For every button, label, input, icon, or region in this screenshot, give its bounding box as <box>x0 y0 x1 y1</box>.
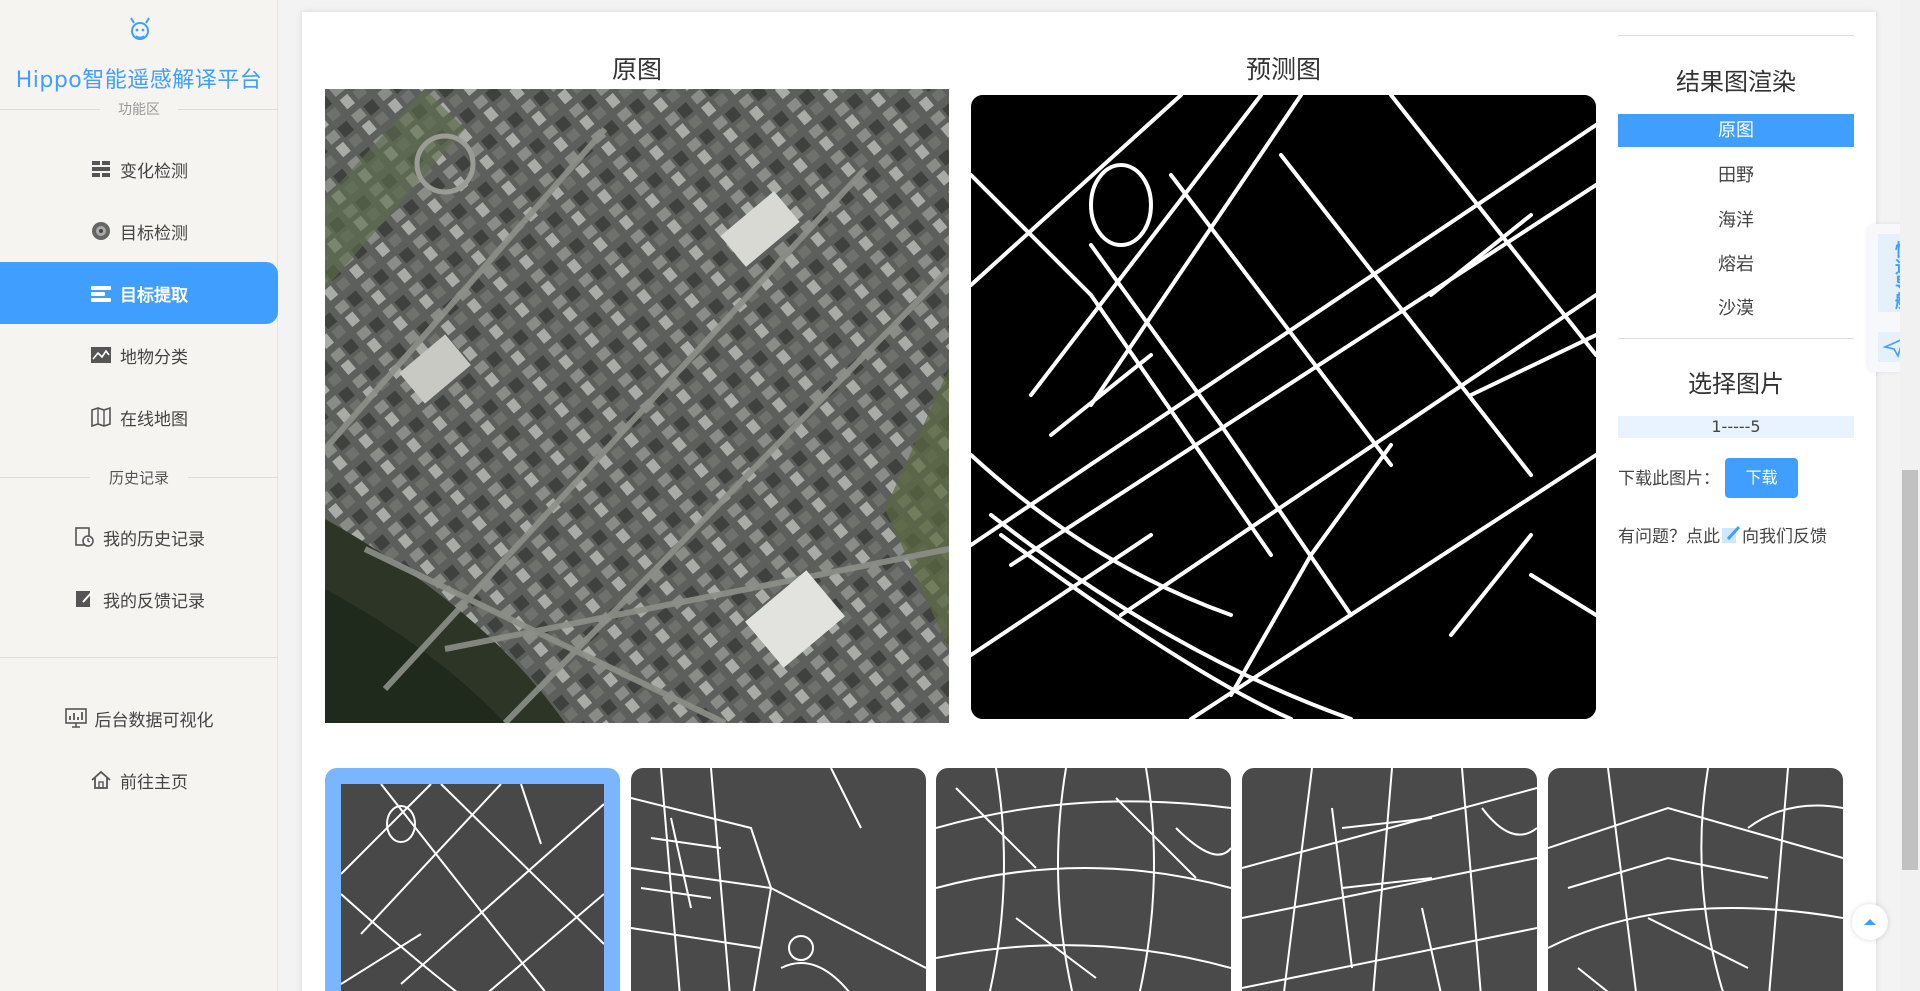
home-icon <box>91 770 111 789</box>
download-button[interactable]: 下载 <box>1725 458 1798 498</box>
thumbnail-5[interactable] <box>1548 768 1843 991</box>
online-map-icon <box>91 406 111 428</box>
original-image-title: 原图 <box>611 55 662 84</box>
target-extraction-icon <box>91 286 111 302</box>
original-aerial-image <box>325 89 949 723</box>
feedback-pen-icon[interactable] <box>1720 524 1742 546</box>
feedback-line: 有问题？点此 向我们反馈 <box>1618 522 1827 547</box>
render-option-desert[interactable]: 沙漠 <box>1618 292 1854 325</box>
change-detection-icon <box>92 161 110 177</box>
sidebar-item-label: 我的反馈记录 <box>103 591 205 612</box>
predicted-road-mask-image <box>971 95 1596 719</box>
sidebar-item-target-extraction[interactable]: 目标提取 <box>0 262 278 324</box>
render-option-original[interactable]: 原图 <box>1618 114 1854 147</box>
back-to-top-button[interactable] <box>1852 904 1888 940</box>
sidebar-item-label: 变化检测 <box>120 161 188 182</box>
hippo-logo-icon <box>130 17 150 40</box>
target-detection-icon <box>92 222 110 240</box>
sidebar-item-dashboard[interactable]: 后台数据可视化 <box>0 687 278 749</box>
sidebar-item-target-detection[interactable]: 目标检测 <box>0 200 278 262</box>
section-history-divider: 历史记录 <box>0 467 278 487</box>
render-panel-title: 结果图渲染 <box>1676 68 1796 96</box>
dashboard-chart-icon <box>64 708 87 728</box>
select-image-title: 选择图片 <box>1688 370 1784 398</box>
render-option-ocean[interactable]: 海洋 <box>1618 204 1854 237</box>
sidebar-item-label: 目标检测 <box>120 223 188 244</box>
thumbnail-2[interactable] <box>631 768 926 991</box>
feedback-suffix: 向我们反馈 <box>1742 527 1827 547</box>
scrollbar-thumb[interactable] <box>1902 470 1918 870</box>
sidebar-item-terrain-classification[interactable]: 地物分类 <box>0 324 278 386</box>
feedback-edit-icon <box>76 591 93 607</box>
panel-divider <box>1618 338 1854 339</box>
section-function-divider: 功能区 <box>0 99 278 119</box>
render-option-field[interactable]: 田野 <box>1618 159 1854 192</box>
sidebar-item-label: 前往主页 <box>120 772 188 793</box>
render-option-lava[interactable]: 熔岩 <box>1618 248 1854 281</box>
panel-divider <box>1618 35 1854 36</box>
section-history-label: 历史记录 <box>108 469 169 487</box>
thumbnail-3[interactable] <box>936 768 1231 991</box>
sidebar-item-label: 在线地图 <box>120 409 188 430</box>
terrain-classification-icon <box>91 347 111 363</box>
download-label: 下载此图片： <box>1618 469 1720 489</box>
predicted-image-title: 预测图 <box>1245 55 1321 84</box>
brand-title: Hippo智能遥感解译平台 <box>15 68 263 93</box>
sidebar-item-my-history[interactable]: 我的历史记录 <box>0 506 278 568</box>
history-icon <box>75 527 94 547</box>
sidebar-item-label: 地物分类 <box>120 347 188 368</box>
sidebar-item-change-detection[interactable]: 变化检测 <box>0 138 278 200</box>
thumbnail-1[interactable] <box>325 768 620 991</box>
sidebar-divider <box>0 657 278 658</box>
image-range-selector[interactable]: 1-----5 <box>1618 416 1854 438</box>
section-function-label: 功能区 <box>118 102 160 118</box>
sidebar-item-label: 我的历史记录 <box>103 529 205 550</box>
thumbnail-4[interactable] <box>1242 768 1537 991</box>
feedback-prefix: 有问题？点此 <box>1618 527 1720 547</box>
arrow-up-icon <box>1864 919 1876 925</box>
sidebar-item-label: 目标提取 <box>120 285 188 306</box>
sidebar-item-online-map[interactable]: 在线地图 <box>0 386 278 448</box>
sidebar-item-label: 后台数据可视化 <box>94 710 214 731</box>
sidebar-item-my-feedback[interactable]: 我的反馈记录 <box>0 568 278 630</box>
sidebar-item-home[interactable]: 前往主页 <box>0 749 278 811</box>
sidebar: Hippo智能遥感解译平台 功能区 变化检测 目标检测 目标提取 地物分类 在线… <box>0 0 278 991</box>
